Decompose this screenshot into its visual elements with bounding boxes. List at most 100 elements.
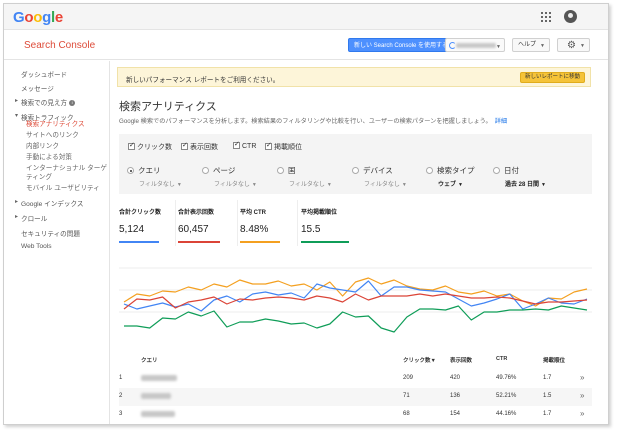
row-position: 1.7: [543, 375, 552, 381]
sidebar-item-web-tools[interactable]: Web Tools: [21, 243, 52, 250]
country-filter-dropdown[interactable]: フィルタなし ▼: [289, 179, 332, 188]
row-open-icon[interactable]: »: [580, 373, 584, 382]
table-header: クエリ クリック数▼ 表示回数 CTR 掲載順位: [119, 354, 592, 366]
sidebar-item-links-to-site[interactable]: サイトへのリンク: [26, 132, 79, 140]
metric-card-impressions[interactable]: 合計表示回数 60,457: [178, 200, 238, 246]
row-position: 1.5: [543, 393, 552, 399]
checkbox-checked-icon: [233, 140, 240, 149]
device-filter-dropdown[interactable]: フィルタなし ▼: [364, 179, 407, 188]
row-clicks: 71: [403, 393, 410, 399]
logo-letter: e: [54, 9, 63, 26]
dimension-search-type[interactable]: 検索タイプ: [426, 165, 475, 176]
filter-label: フィルタなし: [364, 182, 400, 188]
dimension-date[interactable]: 日付: [493, 165, 519, 176]
chevron-down-icon: ▼: [401, 182, 407, 188]
google-logo[interactable]: Google: [13, 9, 63, 26]
metric-value: 60,457: [178, 224, 209, 235]
radio-icon: [277, 167, 284, 174]
performance-line-chart[interactable]: [119, 254, 592, 334]
search-type-dropdown[interactable]: ウェブ ▼: [438, 179, 463, 188]
property-selector[interactable]: ▼: [445, 38, 505, 52]
filter-label: フィルタなし: [214, 182, 250, 188]
info-icon[interactable]: i: [69, 100, 76, 107]
dimension-device[interactable]: デバイス: [352, 165, 393, 176]
table-row[interactable]: 3 68 154 44.16% 1.7 »: [119, 406, 592, 424]
metric-color-bar: [240, 241, 280, 243]
help-button[interactable]: ヘルプ ▼: [512, 38, 550, 52]
checkbox-label: CTR: [242, 143, 257, 150]
loading-icon: [449, 42, 456, 49]
metric-value: 15.5: [301, 224, 321, 235]
row-clicks: 209: [403, 375, 414, 381]
checkbox-label: クリック数: [137, 144, 172, 151]
query-filter-dropdown[interactable]: フィルタなし ▼: [139, 179, 182, 188]
metric-card-clicks[interactable]: 合計クリック数 5,124: [119, 200, 176, 246]
row-position: 1.7: [543, 411, 552, 417]
row-open-icon[interactable]: »: [580, 409, 584, 418]
sidebar-item-internal-links[interactable]: 内部リンク: [26, 143, 59, 151]
radio-icon: [202, 167, 209, 174]
filter-label: 過去 28 日間: [505, 182, 540, 188]
column-clicks[interactable]: クリック数▼: [403, 356, 436, 364]
metric-card-position[interactable]: 平均掲載順位 15.5: [301, 200, 356, 246]
metric-label: 合計クリック数: [119, 210, 162, 216]
filter-panel: クリック数 表示回数 CTR 掲載順位 クエリ ページ 国 デバイス 検索タイプ…: [119, 134, 592, 194]
banner-text: 新しいパフォーマンス レポートをご利用ください。: [126, 77, 280, 84]
chevron-down-icon: ▼: [541, 182, 546, 188]
impressions-checkbox[interactable]: 表示回数: [181, 141, 218, 152]
date-range-dropdown[interactable]: 過去 28 日間 ▼: [505, 179, 546, 188]
ctr-checkbox[interactable]: CTR: [233, 140, 257, 150]
sidebar-item-international-targeting[interactable]: インターナショナル ターゲ: [26, 165, 107, 173]
sidebar: ダッシュボード メッセージ 検索での見え方i 検索トラフィック 検索アナリティク…: [4, 61, 110, 424]
settings-button[interactable]: ⚙ ▼: [557, 38, 590, 52]
table-row[interactable]: 2 71 136 52.21% 1.5 »: [119, 388, 592, 406]
dimension-page[interactable]: ページ: [202, 165, 235, 176]
column-ctr[interactable]: CTR: [496, 356, 507, 362]
sidebar-item-manual-actions[interactable]: 手動による対策: [26, 154, 72, 162]
sidebar-item-search-appearance[interactable]: 検索での見え方i: [15, 97, 76, 107]
new-report-banner: 新しいパフォーマンス レポートをご利用ください。 新しいレポートに移動: [117, 67, 591, 87]
details-link[interactable]: 詳細: [495, 118, 507, 125]
filter-label: ウェブ: [438, 182, 457, 188]
clicks-checkbox[interactable]: クリック数: [128, 141, 172, 152]
metric-label: 平均掲載順位: [301, 210, 338, 216]
sidebar-item-google-index[interactable]: Google インデックス: [15, 198, 84, 208]
go-to-new-report-button[interactable]: 新しいレポートに移動: [519, 72, 585, 83]
column-impressions[interactable]: 表示回数: [450, 356, 472, 364]
help-button-label: ヘルプ: [518, 42, 537, 48]
dimension-query[interactable]: クエリ: [127, 165, 161, 176]
apps-grid-icon[interactable]: [541, 12, 551, 22]
sidebar-item-international-targeting-cont[interactable]: ティング: [26, 174, 52, 182]
page-description: Google 検索でのパフォーマンスを分析します。検索結果のフィルタリングや比較…: [119, 116, 507, 125]
sidebar-item-security[interactable]: セキュリティの問題: [21, 228, 80, 238]
chevron-down-icon: ▼: [496, 44, 501, 50]
sidebar-item-crawl[interactable]: クロール: [15, 213, 47, 223]
query-redacted: [141, 411, 175, 417]
column-position[interactable]: 掲載順位: [543, 356, 565, 364]
metric-value: 8.48%: [240, 224, 269, 235]
radio-icon: [493, 167, 500, 174]
account-icon[interactable]: [564, 10, 577, 23]
sidebar-item-messages[interactable]: メッセージ: [21, 83, 54, 93]
page-filter-dropdown[interactable]: フィルタなし ▼: [214, 179, 257, 188]
new-console-button[interactable]: 新しい Search Console を使用する: [348, 38, 455, 52]
sidebar-item-mobile-usability[interactable]: モバイル ユーザビリティ: [26, 185, 100, 193]
checkbox-checked-icon: [128, 141, 135, 150]
page-description-text: Google 検索でのパフォーマンスを分析します。検索結果のフィルタリングや比較…: [119, 118, 492, 125]
console-header: Search Console 新しい Search Console を使用する …: [4, 30, 608, 60]
column-query[interactable]: クエリ: [141, 356, 158, 364]
row-open-icon[interactable]: »: [580, 391, 584, 400]
dimension-country[interactable]: 国: [277, 165, 296, 176]
sidebar-item-dashboard[interactable]: ダッシュボード: [21, 69, 67, 79]
dimension-label: 日付: [504, 166, 519, 175]
sidebar-item-search-analytics[interactable]: 検索アナリティクス: [26, 121, 85, 129]
position-checkbox[interactable]: 掲載順位: [265, 141, 302, 152]
checkbox-checked-icon: [181, 141, 188, 150]
metric-card-ctr[interactable]: 平均 CTR 8.48%: [240, 200, 298, 246]
row-clicks: 68: [403, 411, 410, 417]
chevron-down-icon: ▼: [251, 182, 257, 188]
table-row[interactable]: 1 209 420 49.76% 1.7 »: [119, 370, 592, 388]
row-ctr: 52.21%: [496, 393, 517, 399]
product-title[interactable]: Search Console: [24, 40, 95, 51]
checkbox-label: 表示回数: [190, 144, 218, 151]
